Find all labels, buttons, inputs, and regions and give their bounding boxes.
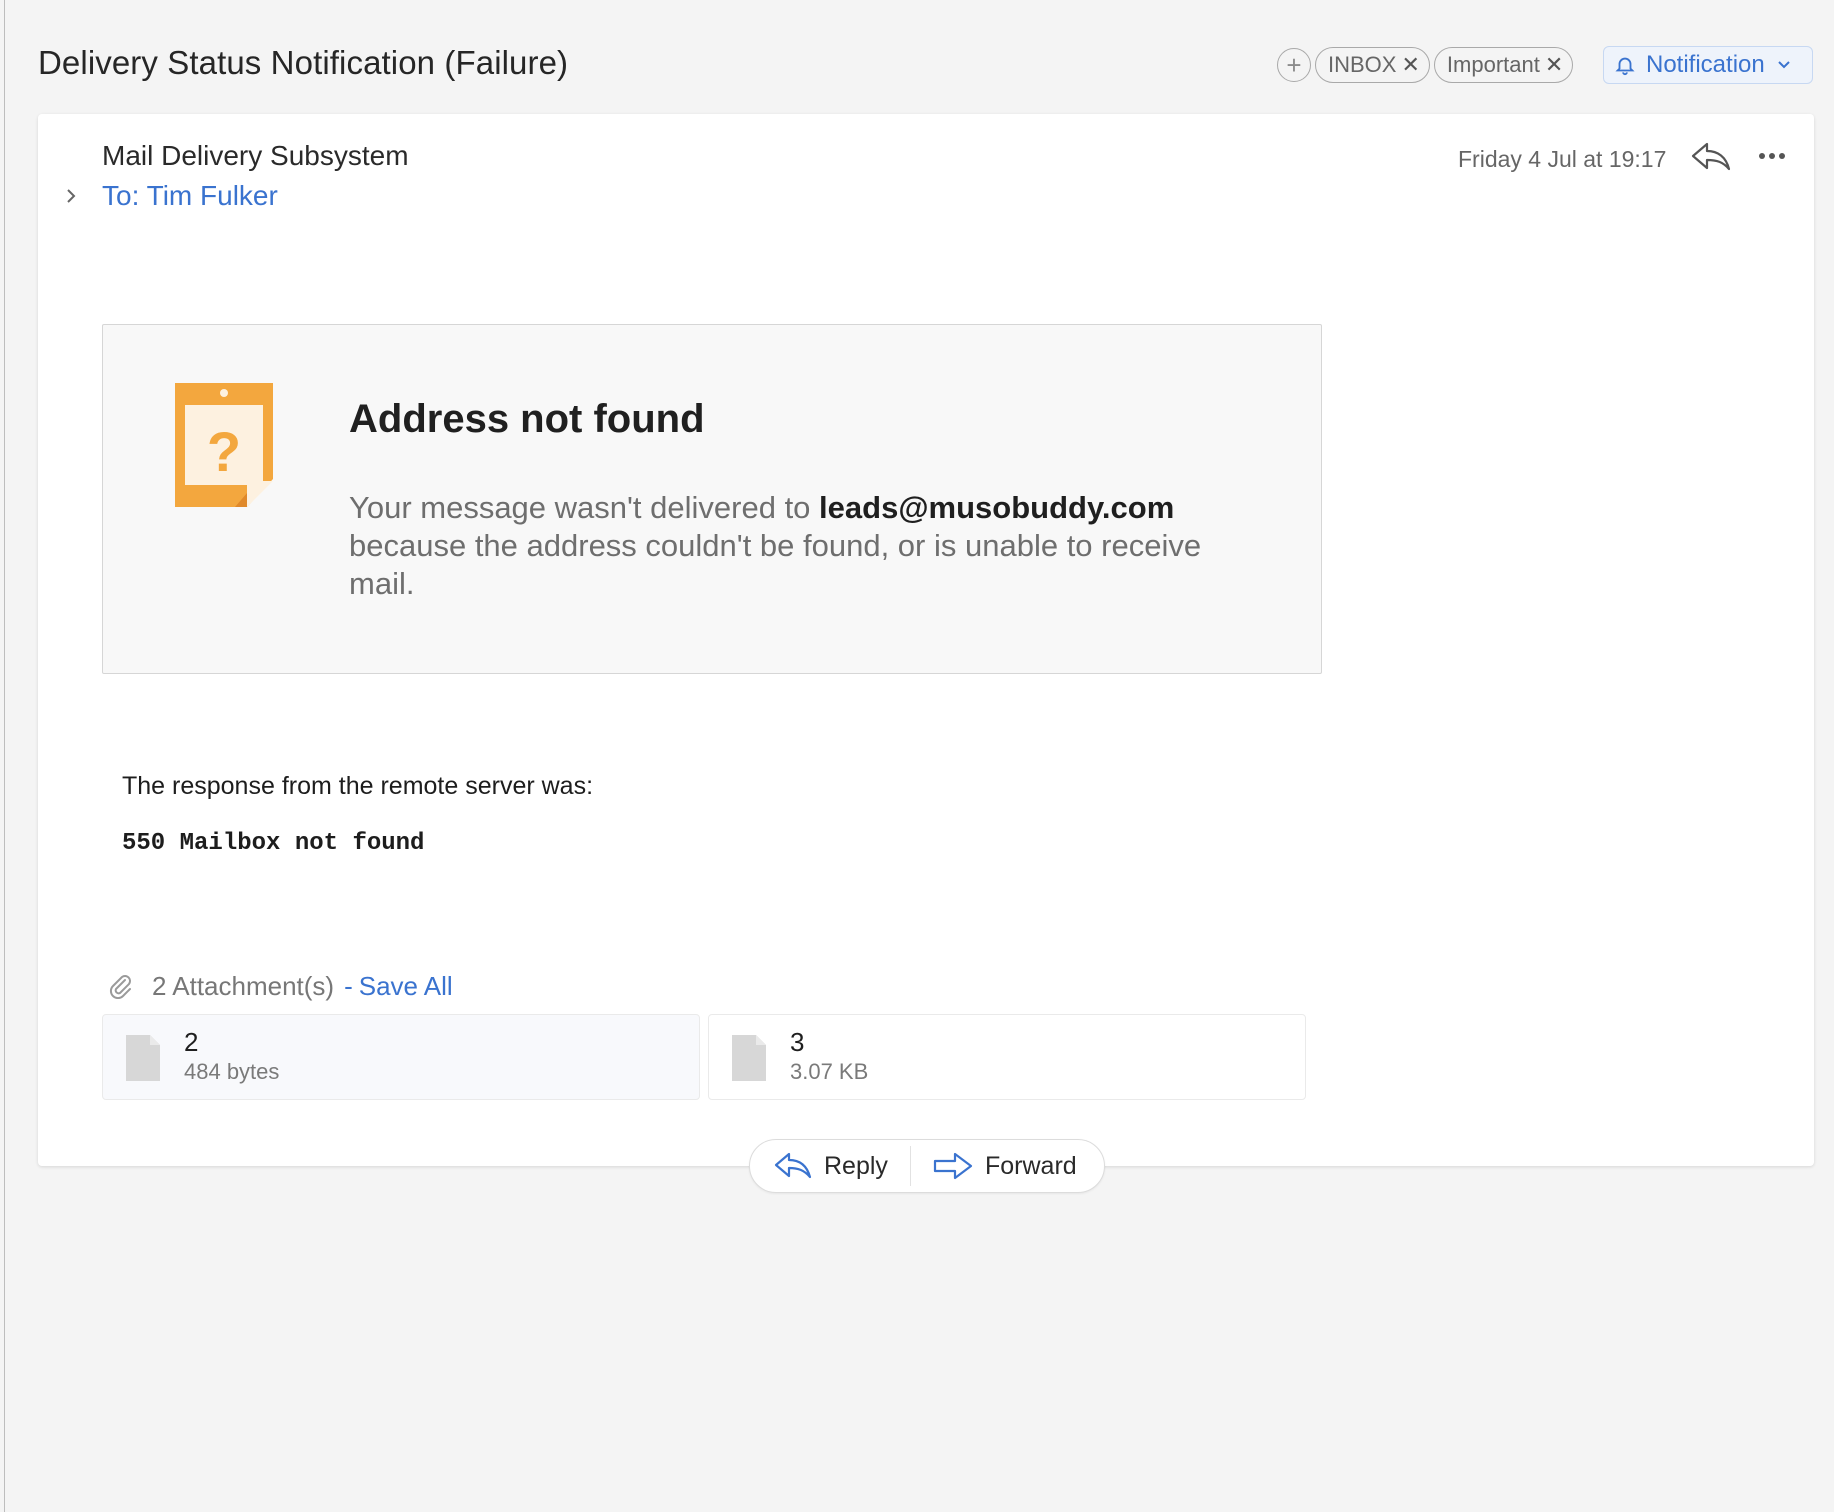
tag-bar: + INBOX ✕ Important ✕: [1277, 46, 1577, 84]
question-note-icon: ?: [175, 383, 273, 507]
save-all-separator: -: [344, 970, 353, 1001]
bell-icon: [1615, 57, 1635, 76]
paperclip-icon: [109, 975, 131, 999]
tag-inbox[interactable]: INBOX ✕: [1315, 47, 1430, 83]
close-icon[interactable]: ✕: [1401, 52, 1419, 78]
tag-important[interactable]: Important ✕: [1433, 47, 1574, 83]
plus-icon: +: [1286, 50, 1302, 80]
tag-label: INBOX: [1328, 52, 1397, 77]
error-notice: ? Address not found Your message wasn't …: [102, 324, 1322, 674]
add-tag-button[interactable]: +: [1277, 48, 1311, 82]
attachment-size: 3.07 KB: [790, 1059, 869, 1084]
attachment-count: 2 Attachment(s): [152, 970, 335, 1001]
notice-body: Your message wasn't delivered to leads@m…: [349, 489, 1249, 603]
reply-icon[interactable]: [1690, 140, 1732, 174]
svg-text:?: ?: [207, 420, 241, 483]
reply-button[interactable]: Reply: [750, 1140, 910, 1192]
message-subject: Delivery Status Notification (Failure): [38, 44, 569, 81]
attachment-name: 3: [790, 1027, 805, 1057]
sender-name: Mail Delivery Subsystem: [102, 140, 409, 171]
file-icon: [126, 1035, 160, 1081]
pane-divider: [4, 0, 5, 1512]
attachment-size: 484 bytes: [184, 1059, 280, 1084]
more-icon[interactable]: [1758, 152, 1786, 160]
reply-label: Reply: [824, 1151, 888, 1180]
close-icon[interactable]: ✕: [1545, 52, 1563, 78]
chevron-right-icon[interactable]: [65, 188, 77, 204]
attachment-item[interactable]: 3 3.07 KB: [708, 1014, 1306, 1100]
notification-dropdown[interactable]: Notification: [1603, 46, 1813, 84]
failed-address: leads@musobuddy.com: [819, 490, 1175, 525]
recipients-link[interactable]: To: Tim Fulker: [102, 180, 278, 212]
attachment-name: 2: [184, 1027, 199, 1057]
attachment-item[interactable]: 2 484 bytes: [102, 1014, 700, 1100]
notice-body-prefix: Your message wasn't delivered to: [349, 490, 820, 525]
notice-body-suffix: because the address couldn't be found, o…: [349, 528, 1202, 601]
notice-title: Address not found: [349, 397, 705, 441]
message-date: Friday 4 Jul at 19:17: [1458, 146, 1667, 172]
attachments-header: 2 Attachment(s) - Save All: [108, 968, 453, 1004]
save-all-link[interactable]: Save All: [359, 971, 453, 1002]
server-response-label: The response from the remote server was:: [122, 772, 594, 800]
tag-label: Important: [1446, 52, 1540, 77]
notification-label: Notification: [1646, 51, 1765, 78]
reply-icon: [774, 1152, 812, 1179]
chevron-down-icon: [1778, 61, 1790, 69]
reply-forward-bar: Reply Forward: [749, 1139, 1105, 1193]
forward-icon: [933, 1152, 973, 1180]
server-response-code: 550 Mailbox not found: [122, 830, 425, 857]
forward-label: Forward: [985, 1151, 1077, 1180]
forward-button[interactable]: Forward: [911, 1140, 1077, 1192]
message-card: Mail Delivery Subsystem To: Tim Fulker F…: [38, 114, 1814, 1166]
file-icon: [732, 1035, 766, 1081]
